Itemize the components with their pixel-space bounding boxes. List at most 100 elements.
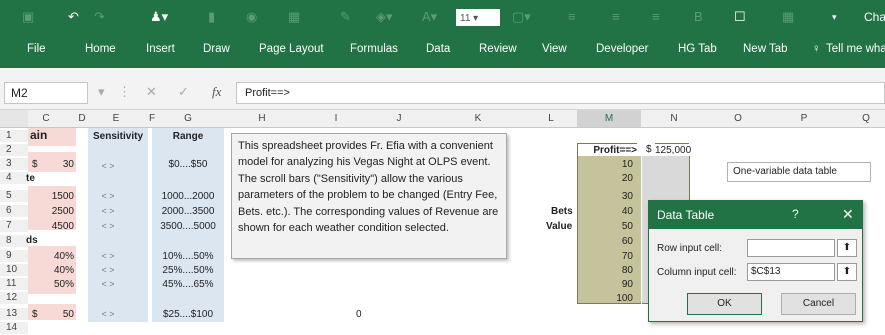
user-icon[interactable]: ♟▾ xyxy=(150,9,168,25)
one-variable-label-box[interactable]: One-variable data table xyxy=(727,162,871,182)
col-header-g[interactable]: G xyxy=(182,113,194,124)
col-header-n[interactable]: N xyxy=(668,113,680,124)
tab-draw[interactable]: Draw xyxy=(203,43,230,55)
row-header-5[interactable]: 5 xyxy=(0,190,28,202)
close-icon[interactable]: ✕ xyxy=(842,206,854,223)
redo-icon[interactable]: ↷ xyxy=(94,9,105,25)
cell-c3[interactable]: 30 xyxy=(50,158,74,171)
tab-file[interactable]: File xyxy=(27,43,46,55)
cell-b1[interactable]: ain xyxy=(30,129,47,142)
undo-icon[interactable]: ↶ xyxy=(68,9,79,25)
cell-g7[interactable]: 3500....5000 xyxy=(152,220,224,233)
cell-m6[interactable]: 40 xyxy=(577,205,633,218)
tab-hg[interactable]: HG Tab xyxy=(678,43,717,55)
cancel-button[interactable]: Cancel xyxy=(781,293,856,315)
align-center-icon[interactable]: ≡ xyxy=(612,9,620,25)
row-header-9[interactable]: 9 xyxy=(0,250,28,262)
customize-qat-icon[interactable]: ▾ xyxy=(832,9,837,25)
cell-m7[interactable]: 50 xyxy=(577,220,633,233)
cell-dollar-3[interactable]: $ xyxy=(32,158,38,171)
borders-icon[interactable]: ▢▾ xyxy=(512,9,531,25)
toolbar-icon[interactable]: ▮ xyxy=(208,9,215,25)
cell-m12[interactable]: 100 xyxy=(577,292,633,305)
row-header-4[interactable]: 4 xyxy=(0,172,28,184)
tell-me-box[interactable]: Tell me wha xyxy=(826,43,885,55)
cell-m10[interactable]: 80 xyxy=(577,264,633,277)
scrollbar-row10[interactable]: < > xyxy=(88,264,128,277)
align-right-icon[interactable]: ≡ xyxy=(652,9,660,25)
dropdown-icon[interactable]: ▾ xyxy=(98,84,105,100)
cell-m3[interactable]: 10 xyxy=(577,158,633,171)
cell-e1[interactable]: Sensitivity xyxy=(88,130,148,143)
col-header-k[interactable]: K xyxy=(472,113,484,124)
cell-m11[interactable]: 90 xyxy=(577,278,633,291)
form-icon[interactable]: ▦ xyxy=(288,9,300,25)
cell-dollar-13[interactable]: $ xyxy=(32,308,38,321)
cell-i13[interactable]: 0 xyxy=(356,308,362,321)
tab-formulas[interactable]: Formulas xyxy=(350,43,398,55)
col-header-p[interactable]: P xyxy=(798,113,810,124)
col-header-o[interactable]: O xyxy=(732,113,744,124)
col-header-f[interactable]: F xyxy=(146,113,158,124)
description-textbox[interactable]: This spreadsheet provides Fr. Efia with … xyxy=(231,133,507,259)
tab-home[interactable]: Home xyxy=(85,43,116,55)
save-icon[interactable]: ▣ xyxy=(22,9,34,25)
fx-icon[interactable]: fx xyxy=(212,84,221,100)
row-header-6[interactable]: 6 xyxy=(0,205,28,217)
font-size-box[interactable]: 11 ▾ xyxy=(456,9,500,26)
cell-c10[interactable]: 40% xyxy=(40,264,74,277)
row-collapse-icon[interactable]: ⬆ xyxy=(837,239,857,257)
col-header-h[interactable]: H xyxy=(256,113,268,124)
cell-m4[interactable]: 20 xyxy=(577,172,633,185)
scrollbar-row6[interactable]: < > xyxy=(88,205,128,218)
format-painter-icon[interactable]: ✎ xyxy=(340,9,351,25)
scrollbar-row5[interactable]: < > xyxy=(88,190,128,203)
row-header-8[interactable]: 8 xyxy=(0,235,28,247)
cell-c9[interactable]: 40% xyxy=(40,250,74,263)
row-header-7[interactable]: 7 xyxy=(0,220,28,232)
cell-b8[interactable]: ds xyxy=(26,234,38,247)
scrollbar-row13[interactable]: < > xyxy=(88,308,128,321)
cell-c11[interactable]: 50% xyxy=(40,278,74,291)
grid-icon[interactable]: ▦ xyxy=(782,9,794,25)
row-header-1[interactable]: 1 xyxy=(0,130,28,142)
font-color-icon[interactable]: A▾ xyxy=(422,9,437,25)
cell-n2[interactable]: 125,000 xyxy=(655,143,691,156)
tab-developer[interactable]: Developer xyxy=(596,43,648,55)
cell-m2[interactable]: Profit==> xyxy=(577,143,637,156)
tab-new[interactable]: New Tab xyxy=(743,43,788,55)
cell-n2-dollar[interactable]: $ xyxy=(646,143,652,156)
cell-bets-label[interactable]: Bets xyxy=(551,205,573,218)
row-header-3[interactable]: 3 xyxy=(0,158,28,170)
scrollbar-row9[interactable]: < > xyxy=(88,250,128,263)
cell-c13[interactable]: 50 xyxy=(50,308,74,321)
cell-g10[interactable]: 25%....50% xyxy=(152,264,224,277)
cell-c6[interactable]: 2500 xyxy=(40,205,74,218)
tab-data[interactable]: Data xyxy=(426,43,450,55)
cell-m8[interactable]: 60 xyxy=(577,235,633,248)
cell-g6[interactable]: 2000...3500 xyxy=(152,205,224,218)
row-header-2[interactable]: 2 xyxy=(0,144,28,156)
help-icon[interactable]: ? xyxy=(792,207,799,221)
cell-b4[interactable]: te xyxy=(26,172,35,185)
row-header-11[interactable]: 11 xyxy=(0,278,28,290)
select-all-corner[interactable] xyxy=(0,110,28,127)
fill-color-icon[interactable]: ◈▾ xyxy=(376,9,393,25)
col-header-j[interactable]: J xyxy=(393,113,405,124)
scrollbar-row7[interactable]: < > xyxy=(88,220,128,233)
row-header-13[interactable]: 13 xyxy=(0,308,28,320)
cell-m5[interactable]: 30 xyxy=(577,190,633,203)
comment-icon[interactable]: ☐ xyxy=(734,9,746,25)
scrollbar-row11[interactable]: < > xyxy=(88,278,128,291)
ok-button[interactable]: OK xyxy=(687,293,762,315)
tab-review[interactable]: Review xyxy=(479,43,517,55)
cell-c5[interactable]: 1500 xyxy=(40,190,74,203)
bold-icon[interactable]: B xyxy=(694,9,703,25)
cell-g1[interactable]: Range xyxy=(152,130,224,143)
tab-insert[interactable]: Insert xyxy=(146,43,175,55)
col-header-e[interactable]: E xyxy=(110,113,122,124)
tab-view[interactable]: View xyxy=(542,43,567,55)
column-collapse-icon[interactable]: ⬆ xyxy=(837,263,857,281)
formula-input[interactable]: Profit==> xyxy=(236,82,885,104)
col-header-q[interactable]: Q xyxy=(860,113,872,124)
